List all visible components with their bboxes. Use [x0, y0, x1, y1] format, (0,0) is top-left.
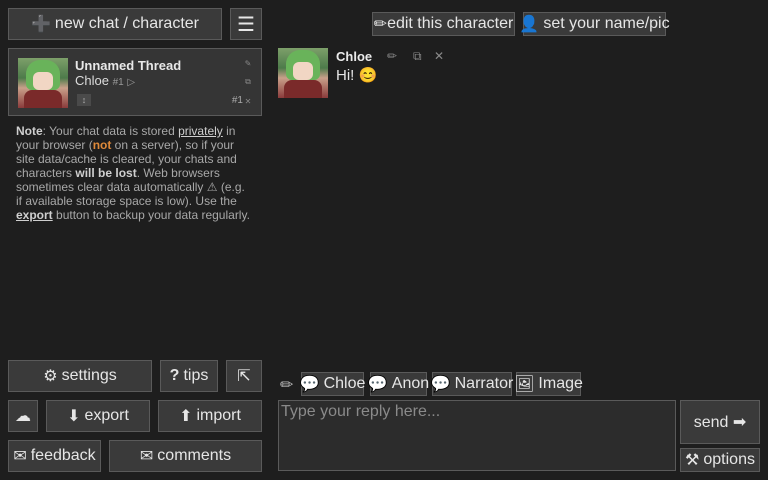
- message-avatar: [278, 48, 328, 98]
- export-label: export: [84, 407, 129, 424]
- shortcut-chloe[interactable]: 💬 Chloe: [299, 372, 366, 396]
- new-chat-button[interactable]: ➕ new chat / character: [8, 8, 222, 40]
- new-chat-label: new chat / character: [54, 15, 199, 32]
- image-icon: 🖼: [514, 376, 535, 393]
- privately-link[interactable]: privately: [178, 124, 223, 138]
- pencil-icon: ✏: [373, 16, 388, 33]
- thread-edit-icon[interactable]: ✎: [243, 58, 253, 68]
- settings-button[interactable]: ⚙ settings: [8, 360, 152, 392]
- options-button[interactable]: ⚒ options: [680, 448, 760, 472]
- collapse-button[interactable]: ⇱: [226, 360, 262, 392]
- question-icon: ?: [169, 367, 180, 384]
- user-icon: 👤: [519, 16, 540, 33]
- shortcut-anon[interactable]: 💬 Anon: [367, 372, 430, 396]
- cloud-button[interactable]: ☁: [8, 400, 38, 432]
- send-button[interactable]: send ➡: [680, 400, 760, 444]
- message-delete-icon[interactable]: ✕: [434, 49, 444, 63]
- note-lead: Note: [16, 124, 43, 138]
- thread-index: #1: [231, 95, 243, 106]
- character-avatar: [18, 58, 68, 108]
- chat-bubble-icon: 💬: [299, 376, 320, 393]
- comment-icon: ✉: [139, 448, 154, 465]
- chat-bubble-icon: 💬: [367, 376, 388, 393]
- shortcut-label: Chloe: [323, 375, 366, 392]
- storage-note: Note: Your chat data is stored privately…: [16, 124, 254, 222]
- download-icon: ⬇: [67, 408, 81, 425]
- note-text: : Your chat data is stored: [42, 124, 179, 138]
- thread-character: Chloe #1 ▷: [75, 73, 135, 88]
- tips-label: tips: [183, 367, 209, 384]
- set-name-button[interactable]: 👤 set your name/pic: [519, 12, 670, 36]
- note-not: not: [92, 138, 112, 152]
- upload-icon: ⬆: [179, 408, 193, 425]
- tips-button[interactable]: ? tips: [160, 360, 218, 392]
- tools-icon: ⚒: [685, 452, 700, 469]
- edit-character-button[interactable]: ✏ edit this character: [372, 12, 515, 36]
- speaker-icon: ▷: [127, 77, 136, 88]
- thread-duplicate-icon[interactable]: ⧉: [243, 77, 253, 87]
- shortcut-narrator[interactable]: 💬 Narrator: [430, 372, 514, 396]
- comments-button[interactable]: ✉ comments: [109, 440, 262, 472]
- message-text: Hi! 😊: [336, 67, 378, 84]
- hamburger-icon: ☰: [237, 13, 255, 36]
- thread-card[interactable]: Unnamed Thread Chloe #1 ▷ ↕ #1 ✎ ⧉ ✕: [8, 48, 262, 116]
- feedback-label: feedback: [30, 447, 96, 464]
- menu-button[interactable]: ☰: [230, 8, 262, 40]
- thread-character-name: Chloe: [75, 73, 109, 88]
- thread-character-number: #1: [112, 77, 124, 88]
- gear-icon: ⚙: [43, 368, 58, 385]
- plus-icon: ➕: [31, 16, 51, 33]
- thread-title: Unnamed Thread: [75, 58, 182, 73]
- envelope-icon: ✉: [13, 448, 27, 465]
- feedback-button[interactable]: ✉ feedback: [8, 440, 101, 472]
- collapse-icon: ⇱: [237, 368, 251, 385]
- export-link[interactable]: export: [16, 208, 53, 222]
- note-text: button to backup your data regularly.: [52, 208, 250, 222]
- export-button[interactable]: ⬇ export: [46, 400, 150, 432]
- shortcut-label: Image: [538, 375, 583, 392]
- import-button[interactable]: ⬆ import: [158, 400, 262, 432]
- note-will-be-lost: will be lost: [75, 166, 137, 180]
- chat-bubble-icon: 💬: [430, 376, 451, 393]
- thread-delete-icon[interactable]: ✕: [243, 96, 253, 106]
- settings-label: settings: [61, 367, 117, 384]
- message-author: Chloe: [336, 49, 373, 64]
- edit-character-label: edit this character: [387, 15, 514, 32]
- message-copy-icon[interactable]: ⧉: [413, 49, 422, 64]
- pencil-icon[interactable]: ✏: [280, 375, 293, 395]
- message-edit-icon[interactable]: ✏: [387, 49, 397, 63]
- reply-input[interactable]: [278, 400, 676, 471]
- thread-sort-icon[interactable]: ↕: [77, 94, 91, 106]
- set-name-label: set your name/pic: [543, 15, 670, 32]
- comments-label: comments: [157, 447, 232, 464]
- import-label: import: [196, 407, 241, 424]
- shortcut-label: Anon: [391, 375, 430, 392]
- shortcut-image[interactable]: 🖼 Image: [514, 372, 583, 396]
- options-label: options: [703, 451, 755, 468]
- cloud-icon: ☁: [15, 408, 31, 425]
- shortcut-label: Narrator: [454, 375, 514, 392]
